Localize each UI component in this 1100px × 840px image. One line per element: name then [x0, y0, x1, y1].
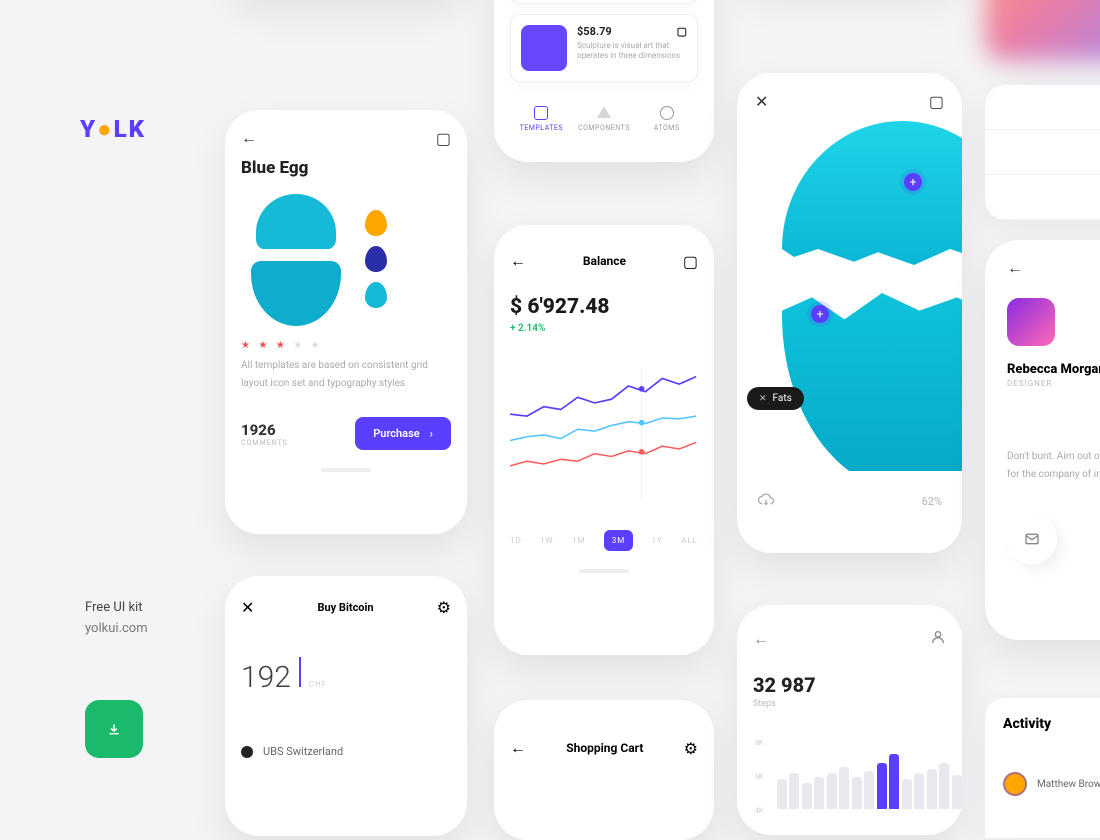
purchase-button[interactable]: Purchase›: [355, 417, 451, 450]
kit-caption: Free UI kit yolkui.com: [85, 598, 148, 640]
action-cancel[interactable]: Cancel: [985, 175, 1100, 220]
cloud-download-icon[interactable]: [757, 491, 775, 512]
brand-logo: Y●LK: [80, 115, 146, 144]
y-axis-labels: 8K6K4K: [755, 739, 763, 815]
phone-shopping-cart: ← Shopping Cart ⚙: [494, 700, 714, 840]
mail-button[interactable]: [1007, 514, 1057, 564]
action-save[interactable]: Save: [985, 85, 1100, 130]
nutrition-tag[interactable]: ✕Fats: [747, 387, 804, 410]
drag-handle[interactable]: [579, 569, 629, 573]
phone-product-detail: ← ▢ Blue Egg ★ ★ ★ ★ ★ All templates are…: [225, 110, 467, 534]
tab-atoms[interactable]: ATOMS: [635, 102, 698, 132]
balance-line-chart: [510, 358, 698, 508]
drag-handle[interactable]: [321, 468, 371, 472]
swatch-orange[interactable]: [365, 210, 387, 236]
action-delete[interactable]: Delete: [985, 130, 1100, 175]
gradient-preview: [985, 0, 1100, 60]
range-switcher: 1D 1W 1M 3M 1Y ALL: [510, 530, 698, 551]
egg-3d-canvas[interactable]: + + ✕Fats: [737, 121, 962, 471]
tab-components[interactable]: COMPONENTS: [573, 102, 636, 132]
percent-value: 62%: [922, 495, 942, 508]
product-image: [241, 194, 351, 324]
bank-selector[interactable]: UBS Switzerland: [241, 745, 451, 758]
range-1y[interactable]: 1Y: [652, 536, 663, 545]
download-button[interactable]: [85, 700, 143, 758]
comments-count: 1926 COMMENTS: [241, 421, 288, 447]
balance-delta: + 2.14%: [510, 323, 698, 334]
phone-steps: ← 32 987 Steps 8K6K4K: [737, 605, 962, 835]
phone-balance: ← Balance ▢ $ 6'927.48 + 2.14% 1D 1W 1M …: [494, 225, 714, 655]
steps-bar-chart: [777, 729, 946, 809]
circle-icon: [660, 106, 674, 120]
tab-templates[interactable]: TEMPLATES: [510, 102, 573, 132]
steps-label: Steps: [753, 699, 946, 709]
phone-list-preview: ▢ The green heart is a muscular organ in…: [494, 0, 714, 162]
hotspot-plus-icon[interactable]: +: [904, 173, 922, 191]
screen-title: Shopping Cart: [526, 741, 684, 755]
range-3m[interactable]: 3M: [604, 530, 633, 551]
activity-panel: Activity Matthew Brown: [985, 698, 1100, 838]
egg-icon: ●: [97, 115, 114, 143]
phone-profile: ← Rebecca Morgan DESIGNER Don't bunt. Ai…: [985, 240, 1100, 640]
remove-icon[interactable]: ✕: [759, 394, 767, 404]
swatch-cyan[interactable]: [365, 282, 387, 308]
bank-icon: [241, 746, 253, 758]
back-icon[interactable]: ←: [510, 738, 526, 758]
user-icon[interactable]: [930, 629, 946, 649]
chevron-right-icon: ›: [430, 427, 433, 440]
action-sheet: Save Delete Cancel: [985, 85, 1100, 220]
activity-row[interactable]: Matthew Brown: [1003, 772, 1100, 796]
avatar[interactable]: [1007, 298, 1055, 346]
item-thumb: [521, 25, 567, 71]
mail-icon: [1024, 531, 1040, 547]
screen-title: Balance: [526, 254, 683, 268]
settings-icon[interactable]: ⚙: [437, 598, 451, 617]
star-rating: ★ ★ ★ ★ ★: [241, 340, 451, 351]
back-icon[interactable]: ←: [753, 629, 769, 649]
range-all[interactable]: ALL: [681, 536, 698, 545]
product-description: All templates are based on consistent gr…: [241, 357, 451, 393]
list-item[interactable]: $17.84▢ The red lion (Panthera leo) is a…: [510, 0, 698, 4]
profile-name: Rebecca Morgan: [1007, 362, 1100, 377]
steps-value: 32 987: [753, 673, 946, 697]
balance-amount: $ 6'927.48: [510, 295, 698, 319]
activity-title: Activity: [1003, 716, 1100, 732]
bookmark-icon[interactable]: ▢: [683, 252, 698, 271]
text-cursor: [299, 657, 301, 687]
back-icon[interactable]: ←: [241, 128, 257, 148]
profile-role: DESIGNER: [1007, 379, 1100, 388]
color-swatches: [365, 210, 387, 308]
range-1w[interactable]: 1W: [540, 536, 554, 545]
range-1m[interactable]: 1M: [572, 536, 585, 545]
list-item[interactable]: $58.79▢ Sculpture is visual art that ope…: [510, 14, 698, 82]
close-icon[interactable]: ✕: [241, 598, 254, 617]
bookmark-icon[interactable]: ▢: [929, 92, 944, 111]
profile-quote: Don't bunt. Aim out of the ballpark. Aim…: [1007, 448, 1100, 484]
phone-egg-viewer: ✕ ▢ + + ✕Fats 62%: [737, 73, 962, 553]
back-icon[interactable]: ←: [1007, 258, 1023, 278]
phone-buy-bitcoin: ✕ Buy Bitcoin ⚙ 192 CHF UBS Switzerland: [225, 576, 467, 836]
amount-input[interactable]: 192 CHF: [241, 657, 451, 695]
triangle-icon: [597, 106, 611, 118]
close-icon[interactable]: ✕: [755, 92, 768, 111]
bookmark-icon[interactable]: ▢: [677, 25, 687, 38]
bookmark-icon[interactable]: ▢: [436, 129, 451, 148]
swatch-navy[interactable]: [365, 246, 387, 272]
product-title: Blue Egg: [241, 158, 451, 178]
avatar: [1003, 772, 1027, 796]
hotspot-plus-icon[interactable]: +: [811, 305, 829, 323]
screen-title: Buy Bitcoin: [317, 601, 373, 614]
back-icon[interactable]: ←: [510, 251, 526, 271]
square-icon: [534, 106, 548, 120]
range-1d[interactable]: 1D: [510, 536, 522, 545]
settings-icon[interactable]: ⚙: [684, 739, 698, 758]
